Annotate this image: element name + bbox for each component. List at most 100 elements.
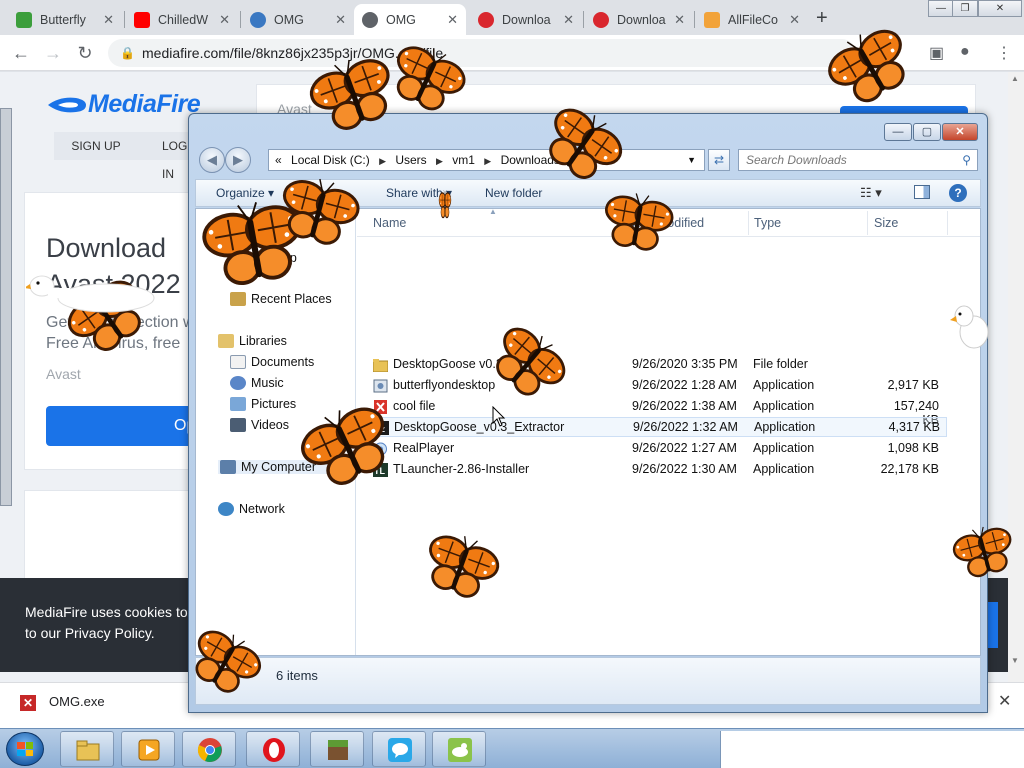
tab-omg-1[interactable]: OMG ✕ <box>242 4 354 35</box>
computer-icon <box>220 460 236 474</box>
file-row-cool-file[interactable]: cool file 9/26/2022 1:38 AM Application … <box>367 397 947 427</box>
explorer-maximize-button[interactable]: ▢ <box>913 123 941 141</box>
tab-close-icon[interactable]: ✕ <box>103 12 114 28</box>
nav-item-videos[interactable]: Videos <box>230 418 289 432</box>
tab-divider <box>240 11 241 28</box>
file-size: 2,917 KB <box>887 378 939 392</box>
explorer-close-button[interactable]: ✕ <box>942 123 978 141</box>
tab-omg-active[interactable]: OMG ✕ <box>354 4 466 35</box>
open-button[interactable]: Open <box>46 406 213 446</box>
refresh-icon[interactable]: ⇄ <box>708 149 730 171</box>
start-button[interactable] <box>6 732 44 766</box>
address-dropdown-icon[interactable]: ▼ <box>687 150 696 170</box>
explorer-minimize-button[interactable]: — <box>884 123 912 141</box>
file-row-desktopgoose-extractor[interactable]: 7z DesktopGoose_v0.3_Extractor 9/26/2022… <box>367 417 947 437</box>
nav-item-network[interactable]: Network <box>218 502 285 516</box>
scroll-up-icon[interactable]: ▲ <box>1011 74 1019 83</box>
tab-close-icon[interactable]: ✕ <box>674 12 685 28</box>
reload-icon[interactable]: ↻ <box>74 42 96 64</box>
file-date: 9/26/2022 1:32 AM <box>633 420 738 434</box>
mediafire-logo[interactable]: MediaFire <box>46 90 201 119</box>
column-size[interactable]: Size <box>874 216 898 230</box>
login-button[interactable]: LOG IN <box>138 132 192 181</box>
mouse-cursor-icon <box>492 406 506 427</box>
nav-label: Libraries <box>239 334 287 348</box>
file-row-tlauncher[interactable]: TL TLauncher-2.86-Installer 9/26/2022 1:… <box>367 460 947 480</box>
forward-arrow-icon[interactable]: → <box>42 42 64 64</box>
folder-icon <box>704 11 720 28</box>
back-arrow-icon[interactable]: ← <box>10 42 32 64</box>
column-divider[interactable] <box>947 211 948 235</box>
tab-chilled[interactable]: ChilledW ✕ <box>126 4 238 35</box>
column-name[interactable]: Name <box>373 216 406 230</box>
file-date: 9/26/2020 3:35 PM <box>632 357 738 371</box>
nav-item-music[interactable]: Music <box>230 376 284 390</box>
taskbar-opera[interactable] <box>246 731 300 767</box>
signup-button[interactable]: SIGN UP <box>54 132 138 160</box>
desktop-goose-sprite <box>26 275 155 313</box>
nav-item-pictures[interactable]: Pictures <box>230 397 296 411</box>
window-close-button[interactable]: ✕ <box>978 0 1022 17</box>
butterfly-sprite <box>820 22 921 112</box>
preview-pane-icon[interactable] <box>914 185 930 199</box>
tab-close-icon[interactable]: ✕ <box>563 12 574 28</box>
network-icon <box>218 502 234 516</box>
explorer-nav-buttons: ◀ ▶ <box>199 147 251 173</box>
file-row-desktopgoose-folder[interactable]: DesktopGoose v0.3 9/26/2020 3:35 PM File… <box>367 355 947 375</box>
back-icon[interactable]: ◀ <box>199 147 225 173</box>
libraries-icon <box>218 334 234 348</box>
side-panel-icon[interactable]: ▣ <box>929 43 944 63</box>
address-overflow-icon[interactable]: « <box>275 153 282 167</box>
menu-kebab-icon[interactable]: ⋮ <box>996 43 1012 63</box>
windows-logo-icon <box>17 742 33 756</box>
taskbar-explorer[interactable] <box>60 731 114 767</box>
file-date: 9/26/2022 1:38 AM <box>632 399 737 413</box>
taskbar-chrome[interactable] <box>182 731 236 767</box>
notification-area[interactable] <box>720 731 1024 768</box>
scroll-down-icon[interactable]: ▼ <box>1011 656 1019 665</box>
chrome-icon <box>197 738 222 762</box>
breadcrumb-separator-icon[interactable]: ▶ <box>484 156 491 166</box>
videos-icon <box>230 418 246 432</box>
breadcrumb-local-disk[interactable]: Local Disk (C:) <box>291 153 370 167</box>
nav-item-documents[interactable]: Documents <box>230 355 314 369</box>
nav-item-libraries[interactable]: Libraries <box>218 334 287 348</box>
tab-allfileco[interactable]: AllFileCo ✕ <box>696 4 808 35</box>
tab-mega-1[interactable]: Downloa ✕ <box>470 4 582 35</box>
profile-avatar-icon[interactable]: ● <box>960 43 970 61</box>
tab-close-icon[interactable]: ✕ <box>219 12 230 28</box>
tab-mega-2[interactable]: Downloa ✕ <box>585 4 693 35</box>
breadcrumb-separator-icon[interactable]: ▶ <box>379 156 386 166</box>
column-divider[interactable] <box>748 211 749 235</box>
taskbar-media-player[interactable] <box>121 731 175 767</box>
tab-close-icon[interactable]: ✕ <box>789 12 800 28</box>
tab-butterfly[interactable]: Butterfly ✕ <box>8 4 122 35</box>
explorer-search-input[interactable]: Search Downloads ⚲ <box>738 149 978 171</box>
windows-taskbar <box>0 728 1024 768</box>
explorer-icon <box>76 740 100 761</box>
file-row-realplayer[interactable]: RealPlayer 9/26/2022 1:27 AM Application… <box>367 439 947 459</box>
lock-icon: 🔒 <box>120 46 135 60</box>
file-size: 1,098 KB <box>887 441 939 455</box>
column-type[interactable]: Type <box>754 216 781 230</box>
forward-icon[interactable]: ▶ <box>225 147 251 173</box>
view-options-icon[interactable]: ☷ ▾ <box>860 185 882 201</box>
taskbar-chat[interactable] <box>372 731 426 767</box>
address-bar[interactable]: 🔒 mediafire.com/file/8knz86jx235p3jr/OMG… <box>108 39 856 67</box>
tab-close-icon[interactable]: ✕ <box>447 12 458 28</box>
window-maximize-button[interactable]: ❐ <box>952 0 978 17</box>
chat-bubble-icon <box>388 738 412 762</box>
taskbar-minecraft[interactable] <box>310 731 364 767</box>
nav-label: Network <box>239 502 285 516</box>
column-divider[interactable] <box>867 211 868 235</box>
download-arrow-icon <box>16 11 32 28</box>
window-minimize-button[interactable]: — <box>928 0 954 17</box>
download-item[interactable]: OMG.exe <box>49 694 105 709</box>
tab-close-icon[interactable]: ✕ <box>335 12 346 28</box>
close-download-shelf-button[interactable]: ✕ <box>998 691 1011 711</box>
taskbar-goose[interactable] <box>432 731 486 767</box>
file-row-butterflyondesktop[interactable]: butterflyondesktop 9/26/2022 1:28 AM App… <box>367 376 947 396</box>
exe-file-icon: ✕ <box>20 695 36 711</box>
help-icon[interactable]: ? <box>949 184 967 202</box>
search-icon[interactable]: ⚲ <box>962 150 971 170</box>
